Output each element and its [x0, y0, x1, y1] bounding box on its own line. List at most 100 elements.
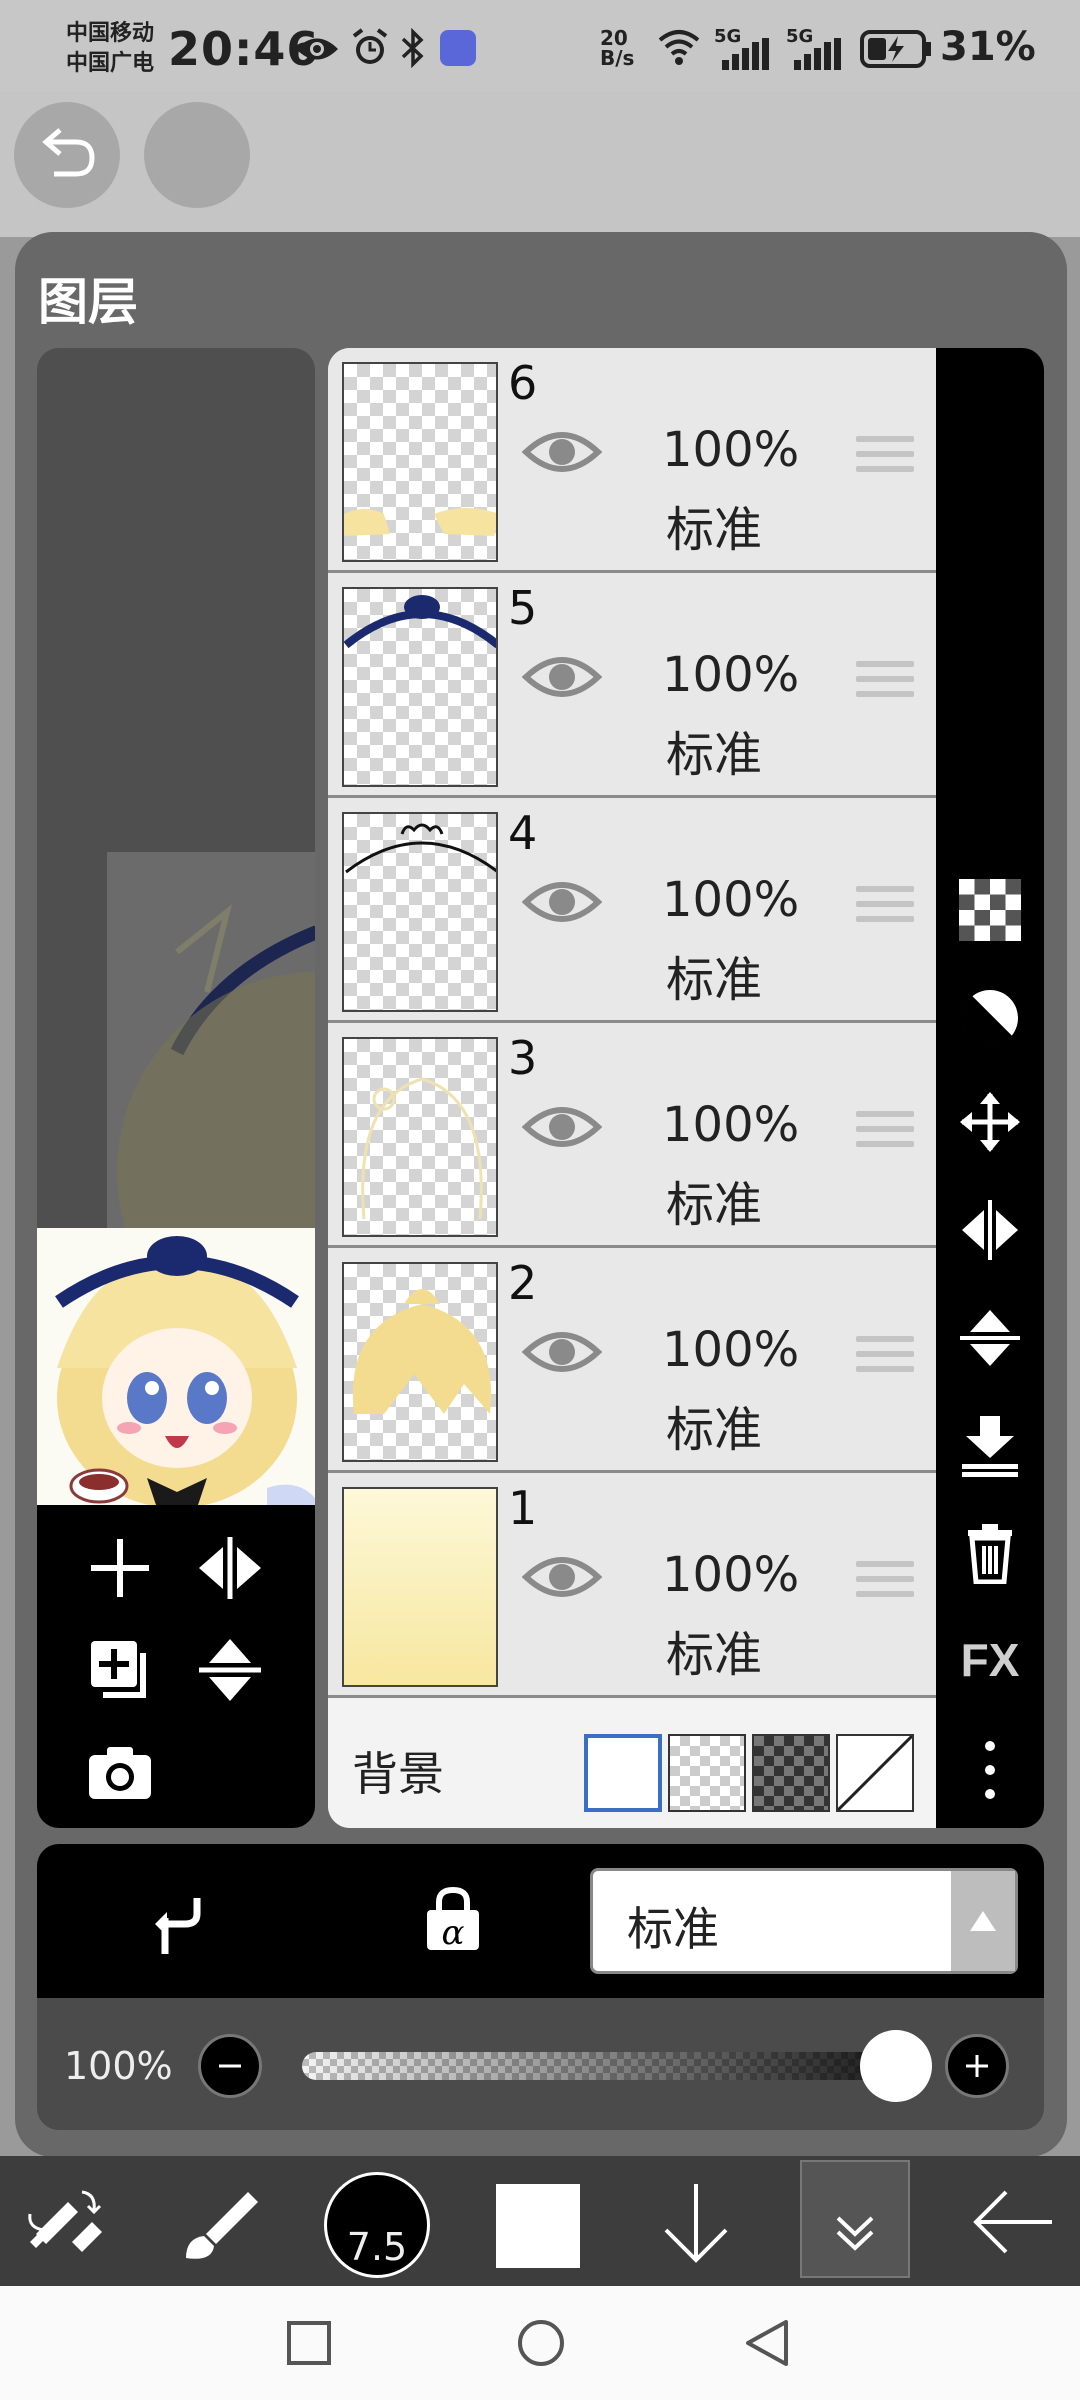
redo-button[interactable]	[144, 102, 250, 208]
layer-row-4[interactable]: 4 100% 标准	[328, 798, 936, 1023]
bg-white-swatch[interactable]	[584, 1734, 662, 1812]
double-chevron-down-icon	[836, 2216, 874, 2251]
layer-panel-toggle-button[interactable]	[800, 2160, 910, 2278]
layer-row-2[interactable]: 2 100% 标准	[328, 1248, 936, 1473]
layer-blend-mode: 标准	[666, 1402, 763, 1458]
drag-handle-icon[interactable]	[856, 1561, 914, 1606]
clipping-button[interactable]	[141, 1888, 211, 1958]
visibility-eye-icon[interactable]	[522, 426, 602, 478]
more-options-button[interactable]	[958, 1738, 1022, 1802]
battery-icon	[860, 30, 931, 68]
blend-mode-select[interactable]: 标准	[590, 1868, 1018, 1974]
layer-number: 3	[508, 1031, 538, 1085]
layer-row-1[interactable]: 1 100% 标准	[328, 1473, 936, 1698]
layer-thumbnail	[342, 1487, 498, 1687]
layer-opacity: 100%	[662, 1547, 800, 1603]
move-icon	[960, 1092, 1020, 1152]
carrier-2: 中国广电	[66, 51, 155, 76]
bg-transparent-dark-swatch[interactable]	[752, 1734, 830, 1812]
flip-horizontal-button-right[interactable]	[958, 1198, 1022, 1262]
visibility-eye-icon[interactable]	[522, 651, 602, 703]
plus-icon	[966, 2055, 988, 2077]
fx-button[interactable]: FX	[958, 1628, 1022, 1692]
blend-dropdown-toggle[interactable]	[951, 1871, 1015, 1971]
brush-tool-button[interactable]	[178, 2186, 264, 2262]
alpha-circle-icon	[961, 990, 1018, 1047]
lock-alpha-button[interactable]: α	[421, 1884, 485, 1954]
layer-blend-mode: 标准	[666, 952, 763, 1008]
opacity-decrease-button[interactable]	[198, 2034, 262, 2098]
signal-icon-1	[722, 38, 769, 70]
clipping-icon	[155, 1898, 201, 1954]
plus-icon	[91, 1539, 149, 1597]
layer-blend-mode: 标准	[666, 1627, 763, 1683]
layer-row-6[interactable]: 6 100% 标准	[328, 348, 936, 573]
layer-list: 6 100% 标准 5 100% 标准 4 100% 标准 3 100% 标准	[328, 348, 936, 1828]
opacity-label: 100%	[64, 2044, 173, 2088]
drag-handle-icon[interactable]	[856, 436, 914, 481]
layer-opacity: 100%	[662, 1097, 800, 1153]
move-button[interactable]	[958, 1090, 1022, 1154]
layer-opacity: 100%	[662, 872, 800, 928]
checker-button[interactable]	[958, 878, 1022, 942]
layer-number: 2	[508, 1256, 538, 1310]
recent-apps-button[interactable]	[286, 2320, 332, 2366]
duplicate-layer-button[interactable]	[85, 1635, 155, 1705]
visibility-eye-icon[interactable]	[522, 1551, 602, 1603]
alarm-icon	[352, 28, 388, 64]
drag-handle-icon[interactable]	[856, 886, 914, 931]
add-layer-button[interactable]	[85, 1533, 155, 1603]
more-vertical-icon	[985, 1741, 995, 1799]
lock-alpha-icon: α	[427, 1886, 479, 1953]
layer-thumbnail	[342, 362, 498, 562]
undo-button[interactable]	[14, 102, 120, 208]
undo-icon	[42, 128, 95, 177]
net-speed-value: 20	[600, 26, 628, 50]
bg-none-swatch[interactable]	[836, 1734, 914, 1812]
flip-vertical-button[interactable]	[195, 1635, 265, 1705]
drag-handle-icon[interactable]	[856, 661, 914, 706]
flip-vertical-button-right[interactable]	[958, 1306, 1022, 1370]
opacity-increase-button[interactable]	[945, 2034, 1009, 2098]
brush-size-button[interactable]: 7.5	[324, 2172, 430, 2278]
visibility-eye-icon[interactable]	[522, 1326, 602, 1378]
drag-handle-icon[interactable]	[856, 1111, 914, 1156]
canvas-thumbnail[interactable]	[37, 1228, 315, 1508]
layer-opacity: 100%	[662, 647, 800, 703]
back-button[interactable]	[970, 2184, 1056, 2260]
alpha-button[interactable]	[958, 986, 1022, 1050]
layer-down-button[interactable]	[656, 2180, 736, 2266]
bg-transparent-light-swatch[interactable]	[668, 1734, 746, 1812]
flip-vertical-icon	[199, 1639, 261, 1701]
layer-thumbnail	[342, 1262, 498, 1462]
layer-blend-mode: 标准	[666, 502, 763, 558]
bottom-toolbar: 7.5	[0, 2156, 1080, 2286]
visibility-eye-icon[interactable]	[522, 876, 602, 928]
drag-handle-icon[interactable]	[856, 1336, 914, 1381]
merge-down-button[interactable]	[958, 1414, 1022, 1478]
visibility-eye-icon[interactable]	[522, 1101, 602, 1153]
eye-status-icon	[296, 38, 338, 60]
system-back-button[interactable]	[744, 2318, 790, 2368]
duplicate-icon	[91, 1641, 146, 1698]
opacity-slider-thumb[interactable]	[860, 2030, 932, 2102]
home-button[interactable]	[516, 2318, 566, 2368]
layer-row-5[interactable]: 5 100% 标准	[328, 573, 936, 798]
color-swatch-button[interactable]	[496, 2184, 580, 2268]
triangle-left-icon	[746, 2320, 788, 2366]
music-app-icon	[440, 30, 476, 66]
background-row: 背景	[328, 1700, 936, 1828]
tool-switch-button[interactable]	[22, 2184, 106, 2260]
brush-icon	[186, 2192, 258, 2259]
flip-horizontal-icon	[962, 1200, 1018, 1260]
brush-eraser-swap-icon	[28, 2190, 102, 2252]
camera-button[interactable]	[85, 1743, 155, 1803]
layer-blend-mode: 标准	[666, 1177, 763, 1233]
net-speed-unit: B/s	[600, 46, 635, 70]
opacity-slider-track[interactable]	[302, 2052, 902, 2080]
flip-horizontal-button[interactable]	[195, 1533, 265, 1603]
layer-number: 5	[508, 581, 538, 635]
layer-row-3[interactable]: 3 100% 标准	[328, 1023, 936, 1248]
system-navigation-bar	[0, 2286, 1080, 2400]
delete-layer-button[interactable]	[958, 1520, 1022, 1584]
